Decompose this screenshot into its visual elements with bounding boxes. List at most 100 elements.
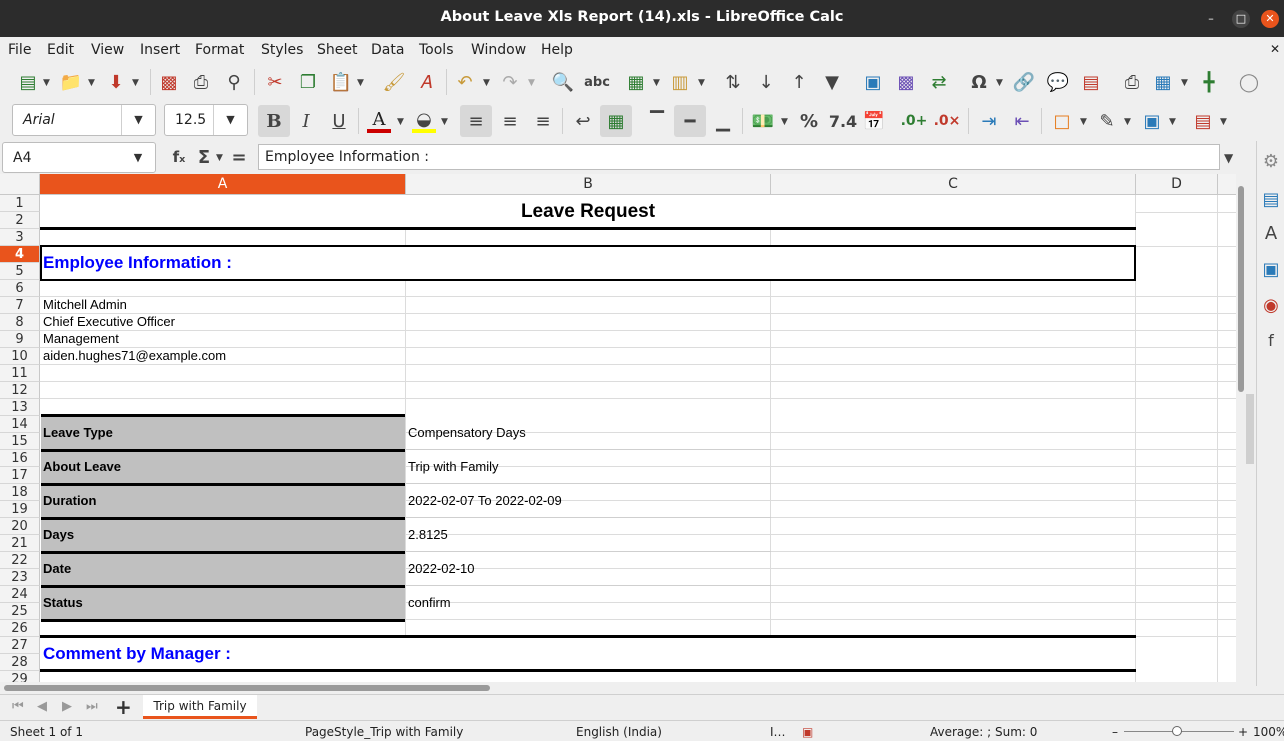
comment-icon[interactable]: 💬 <box>1046 70 1070 94</box>
menu-file[interactable]: File <box>8 42 31 58</box>
redo-dropdown-icon[interactable]: ▼ <box>528 78 535 88</box>
save-dropdown-icon[interactable]: ▼ <box>132 78 139 88</box>
new-dropdown-icon[interactable]: ▼ <box>43 78 50 88</box>
row-header[interactable]: 20 <box>0 518 40 535</box>
row-header[interactable]: 8 <box>0 314 40 331</box>
add-decimal-icon[interactable]: .0+ <box>901 109 928 133</box>
document-modified-icon[interactable]: ▣ <box>802 725 813 739</box>
menu-tools[interactable]: Tools <box>419 42 454 58</box>
print-preview-icon[interactable]: ⚲ <box>222 70 246 94</box>
employee-job-title[interactable]: Chief Executive Officer <box>43 314 175 329</box>
font-name-box[interactable]: Arial ▼ <box>12 104 156 136</box>
menu-sheet[interactable]: Sheet <box>317 42 357 58</box>
freeze-rows-columns-icon[interactable]: ▦ <box>1151 70 1175 94</box>
leave-type-label[interactable]: Leave Type <box>43 425 113 440</box>
percent-icon[interactable]: % <box>797 109 821 133</box>
row-icon[interactable]: ▦ <box>624 70 648 94</box>
horizontal-scrollbar-thumb[interactable] <box>4 685 490 691</box>
name-box-dropdown-icon[interactable]: ▼ <box>121 143 155 172</box>
row-header[interactable]: 25 <box>0 603 40 620</box>
column-header-c[interactable]: C <box>771 174 1136 195</box>
language[interactable]: English (India) <box>576 725 662 739</box>
merge-center-icon[interactable]: ▦ <box>600 105 632 137</box>
row-header[interactable]: 23 <box>0 569 40 586</box>
menu-data[interactable]: Data <box>371 42 404 58</box>
wrap-text-icon[interactable]: ↩ <box>571 109 595 133</box>
row-header[interactable]: 14 <box>0 416 40 433</box>
row-header[interactable]: 22 <box>0 552 40 569</box>
align-left-icon[interactable]: ≡ <box>460 105 492 137</box>
menu-format[interactable]: Format <box>195 42 244 58</box>
font-size-dropdown-icon[interactable]: ▼ <box>213 105 247 135</box>
spellcheck-icon[interactable]: abc <box>584 70 610 94</box>
row-header[interactable]: 16 <box>0 450 40 467</box>
next-sheet-icon[interactable]: ▶ <box>62 699 72 714</box>
decrease-indent-icon[interactable]: ⇤ <box>1010 109 1034 133</box>
about-leave-label[interactable]: About Leave <box>43 459 121 474</box>
employee-department[interactable]: Management <box>43 331 119 346</box>
close-icon[interactable]: ✕ <box>1261 10 1279 28</box>
row-header[interactable]: 2 <box>0 212 40 229</box>
delete-decimal-icon[interactable]: .0× <box>934 109 961 133</box>
row-header[interactable]: 29 <box>0 671 40 682</box>
hyperlink-icon[interactable]: 🔗 <box>1012 70 1036 94</box>
save-icon[interactable]: ⬇ <box>104 70 128 94</box>
paste-icon[interactable]: 📋 <box>329 70 353 94</box>
borders-icon[interactable]: □ <box>1050 109 1074 133</box>
days-value[interactable]: 2.8125 <box>408 527 448 542</box>
shapes-icon[interactable]: ◯ <box>1237 70 1261 94</box>
row-header[interactable]: 13 <box>0 399 40 416</box>
border-color-dropdown-icon[interactable]: ▼ <box>1169 117 1176 127</box>
status-label[interactable]: Status <box>43 595 83 610</box>
status-value[interactable]: confirm <box>408 595 451 610</box>
gallery-icon[interactable]: ▣ <box>1259 257 1283 281</box>
row-header[interactable]: 21 <box>0 535 40 552</box>
undo-icon[interactable]: ↶ <box>453 70 477 94</box>
clone-formatting-icon[interactable]: 🖌 <box>382 70 406 94</box>
leave-type-value[interactable]: Compensatory Days <box>408 425 526 440</box>
navigator-icon[interactable]: ◉ <box>1259 293 1283 317</box>
page-style[interactable]: PageStyle_Trip with Family <box>305 725 463 739</box>
sort-icon[interactable]: ⇅ <box>721 70 745 94</box>
row-header[interactable]: 3 <box>0 229 40 246</box>
new-document-icon[interactable]: ▤ <box>16 70 40 94</box>
align-middle-icon[interactable]: ━ <box>674 105 706 137</box>
select-all-corner[interactable] <box>0 174 40 195</box>
export-pdf-icon[interactable]: ▩ <box>157 70 181 94</box>
formula-input[interactable]: Employee Information : <box>258 144 1220 170</box>
zoom-level[interactable]: 100% <box>1253 725 1284 739</box>
highlight-dropdown-icon[interactable]: ▼ <box>441 117 448 127</box>
date-value[interactable]: 2022-02-10 <box>408 561 475 576</box>
employee-email[interactable]: aiden.hughes71@example.com <box>43 348 226 363</box>
zoom-in-icon[interactable]: + <box>1238 725 1248 739</box>
pivot-table-icon[interactable]: ⇄ <box>927 70 951 94</box>
spreadsheet-grid[interactable]: A B C D 1 2 3 4 5 6 7 8 9 10 11 12 13 14… <box>0 174 1246 682</box>
zoom-out-icon[interactable]: – <box>1112 725 1118 739</box>
menu-edit[interactable]: Edit <box>47 42 74 58</box>
increase-indent-icon[interactable]: ⇥ <box>977 109 1001 133</box>
special-character-icon[interactable]: Ω <box>967 70 991 94</box>
copy-icon[interactable]: ❐ <box>296 70 320 94</box>
number-format-icon[interactable]: 7.4 <box>829 109 857 133</box>
align-top-icon[interactable]: ▔ <box>645 109 669 133</box>
row-header[interactable]: 9 <box>0 331 40 348</box>
print-icon[interactable]: ⎙ <box>189 70 213 94</box>
duration-value[interactable]: 2022-02-07 To 2022-02-09 <box>408 493 562 508</box>
italic-icon[interactable]: I <box>294 109 318 133</box>
special-character-dropdown-icon[interactable]: ▼ <box>996 78 1003 88</box>
clear-formatting-icon[interactable]: 𝐴 <box>414 70 438 94</box>
horizontal-scrollbar[interactable] <box>0 682 1246 694</box>
row-header-selected[interactable]: 4 <box>0 246 40 263</box>
border-style-icon[interactable]: ✎ <box>1095 109 1119 133</box>
row-header[interactable]: 1 <box>0 195 40 212</box>
find-replace-icon[interactable]: 🔍 <box>551 70 575 94</box>
autofilter-icon[interactable]: ▼ <box>820 70 844 94</box>
row-header[interactable]: 11 <box>0 365 40 382</box>
about-leave-value[interactable]: Trip with Family <box>408 459 499 474</box>
properties-gear-icon[interactable]: ⚙ <box>1259 149 1283 173</box>
bold-icon[interactable]: B <box>258 105 290 137</box>
styles-icon[interactable]: ▤ <box>1259 187 1283 211</box>
undo-dropdown-icon[interactable]: ▼ <box>483 78 490 88</box>
conditional-format-icon[interactable]: ▤ <box>1191 109 1215 133</box>
sum-dropdown-icon[interactable]: ▼ <box>216 153 223 163</box>
